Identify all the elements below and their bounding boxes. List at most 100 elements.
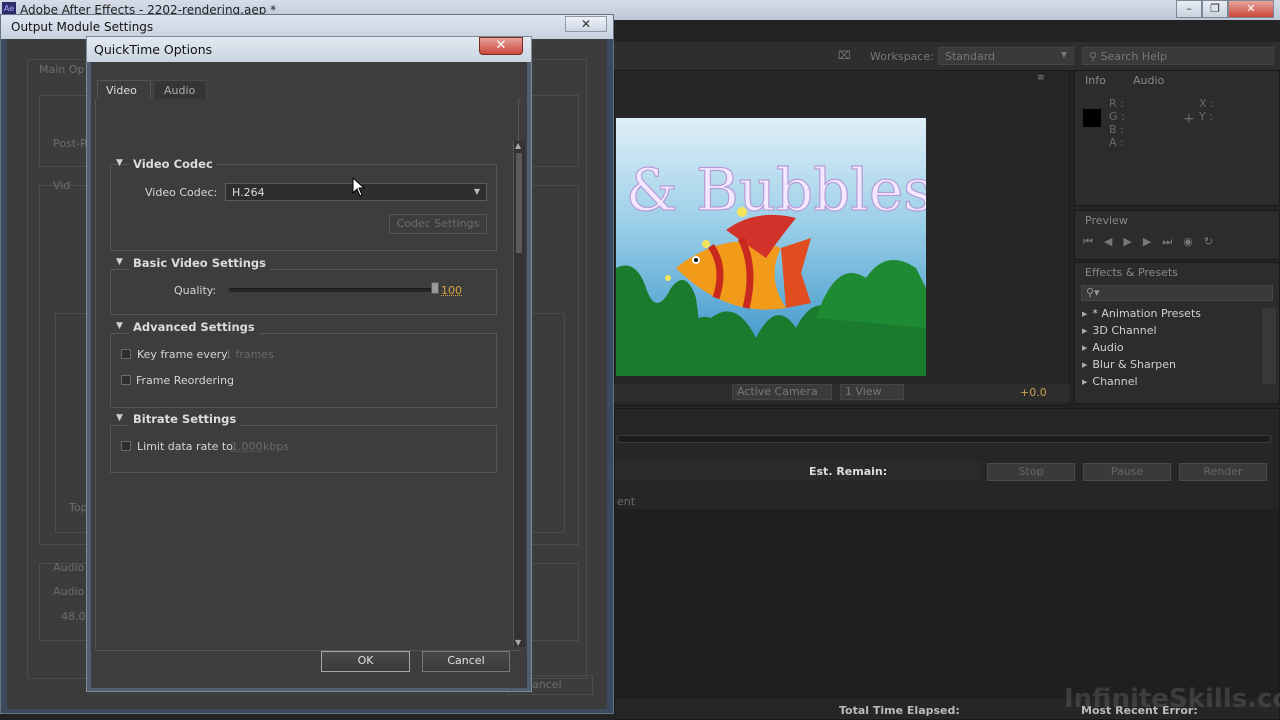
panel-menu-icon[interactable]: ≡: [1037, 73, 1045, 83]
quality-value[interactable]: 100: [441, 284, 462, 297]
video-codec-value: H.264: [232, 186, 265, 199]
workspace-icon[interactable]: ⌧: [838, 49, 851, 62]
tab-info[interactable]: Info: [1085, 74, 1106, 87]
audio-setting-label: Audio: [53, 585, 85, 598]
exposure-value[interactable]: +0.0: [1020, 386, 1047, 399]
tab-audio-label: Audio: [164, 84, 196, 97]
comp-title-text: & Bubbles: [626, 156, 926, 224]
tab-video-label: Video: [106, 84, 137, 97]
keyframe-label: Key frame every: [137, 348, 228, 361]
audio-icon[interactable]: ◉: [1183, 235, 1204, 248]
search-help-input[interactable]: ⚲ Search Help: [1082, 47, 1274, 65]
collapse-triangle-icon[interactable]: ▼: [116, 257, 123, 267]
info-y: Y :: [1199, 110, 1213, 123]
vertical-scrollbar[interactable]: ▲ ▼: [513, 141, 525, 647]
limit-data-rate-value[interactable]: 1,000: [231, 440, 263, 453]
maximize-button[interactable]: ❐: [1202, 0, 1228, 18]
tab-effects-presets[interactable]: Effects & Presets: [1085, 266, 1178, 279]
tab-main-options[interactable]: Main Op: [39, 63, 84, 76]
quality-slider[interactable]: [229, 288, 435, 292]
output-module-title: Output Module Settings: [11, 20, 154, 34]
info-r: R :: [1109, 97, 1124, 110]
info-a: A :: [1109, 136, 1124, 149]
limit-data-rate-checkbox[interactable]: [121, 441, 131, 451]
collapse-triangle-icon[interactable]: ▼: [116, 158, 123, 168]
info-panel: Info Audio R : G : B : A : X : Y : +: [1074, 70, 1280, 206]
effects-scrollbar[interactable]: [1262, 308, 1276, 384]
effects-item[interactable]: Channel: [1082, 375, 1137, 388]
info-g: G :: [1109, 110, 1125, 123]
quality-label: Quality:: [174, 284, 217, 297]
sample-rate-value: 48.0: [61, 610, 86, 623]
stop-button[interactable]: Stop: [987, 463, 1075, 481]
scroll-up-icon[interactable]: ▲: [515, 141, 521, 150]
loop-icon[interactable]: ↻: [1204, 235, 1224, 248]
effects-item[interactable]: Audio: [1082, 341, 1123, 354]
crop-top-label: Top: [69, 501, 88, 514]
pause-button[interactable]: Pause: [1083, 463, 1171, 481]
info-b: B :: [1109, 123, 1124, 136]
tab-audio[interactable]: Audio: [153, 80, 207, 99]
video-codec-section: [110, 164, 497, 251]
composition-viewer[interactable]: & Bubbles: [616, 118, 926, 376]
advanced-section: [110, 333, 497, 408]
effects-search-input[interactable]: ⚲▾: [1081, 285, 1273, 301]
ok-button[interactable]: OK: [321, 651, 410, 672]
search-icon: ⚲▾: [1086, 286, 1100, 299]
video-codec-label: Video Codec:: [145, 186, 218, 199]
codec-settings-button[interactable]: Codec Settings: [389, 214, 487, 234]
quicktime-body: Video Audio ▼ Video Codec Video Codec: H…: [91, 62, 527, 688]
bitrate-section-title: Bitrate Settings: [129, 412, 241, 426]
play-icon[interactable]: ▶: [1123, 235, 1142, 248]
effects-item[interactable]: 3D Channel: [1082, 324, 1156, 337]
tab-video[interactable]: Video: [97, 80, 151, 100]
effects-item[interactable]: * Animation Presets: [1082, 307, 1201, 320]
views-select[interactable]: 1 View: [840, 384, 904, 400]
scroll-thumb[interactable]: [516, 153, 522, 253]
tab-audio[interactable]: Audio: [1133, 74, 1164, 87]
watermark-text: InfiniteSkills.com: [1064, 684, 1280, 714]
collapse-triangle-icon[interactable]: ▼: [116, 321, 123, 331]
workspace-label: Workspace:: [870, 50, 934, 63]
chevron-down-icon: ▼: [1060, 50, 1067, 59]
frame-reordering-label: Frame Reordering: [136, 374, 235, 387]
total-time-elapsed: Total Time Elapsed:: [839, 704, 960, 717]
limit-data-rate-unit: kbps: [263, 440, 290, 453]
cancel-button[interactable]: Cancel: [422, 651, 510, 672]
est-remain-label: Est. Remain:: [809, 465, 888, 478]
close-button[interactable]: ✕: [479, 37, 523, 55]
render-queue-panel: Est. Remain: Stop Pause Render ent Total…: [614, 408, 1280, 720]
advanced-section-title: Advanced Settings: [129, 320, 259, 334]
prev-frame-icon[interactable]: ◀: [1104, 235, 1123, 248]
effects-item[interactable]: Blur & Sharpen: [1082, 358, 1176, 371]
next-frame-icon[interactable]: ▶: [1143, 235, 1162, 248]
scroll-down-icon[interactable]: ▼: [515, 638, 521, 647]
render-button[interactable]: Render: [1179, 463, 1267, 481]
close-button[interactable]: ✕: [1228, 0, 1274, 18]
basic-video-section-title: Basic Video Settings: [129, 256, 270, 270]
viewer-toolbar: Active Camera 1 View +0.0: [614, 384, 1070, 402]
preview-panel: Preview ⏮◀▶▶⏭◉↻: [1074, 210, 1280, 260]
camera-select[interactable]: Active Camera: [732, 384, 832, 400]
keyframe-checkbox[interactable]: [121, 349, 131, 359]
collapse-triangle-icon[interactable]: ▼: [116, 413, 123, 423]
cancel-label-behind: ancel: [532, 678, 562, 691]
views-value: 1 View: [845, 385, 882, 398]
quality-slider-handle[interactable]: [431, 282, 439, 294]
tab-preview[interactable]: Preview: [1085, 214, 1128, 227]
quicktime-title: QuickTime Options: [94, 42, 213, 57]
workspace-select[interactable]: Standard ▼: [938, 47, 1074, 65]
keyframe-value[interactable]: 1 frames: [225, 348, 274, 361]
first-frame-icon[interactable]: ⏮: [1083, 235, 1104, 248]
ae-toolbar: ⌧ Workspace: Standard ▼ ⚲ Search Help: [614, 42, 1280, 70]
close-button[interactable]: ✕: [565, 16, 607, 32]
last-frame-icon[interactable]: ⏭: [1162, 235, 1183, 248]
info-x: X :: [1199, 97, 1214, 110]
crosshair-icon: +: [1183, 111, 1195, 127]
render-status-row: Est. Remain:: [615, 461, 981, 481]
frame-reordering-checkbox[interactable]: [121, 375, 131, 385]
quicktime-titlebar: QuickTime Options ✕: [87, 37, 531, 62]
render-column-header: ent: [617, 495, 636, 508]
minimize-button[interactable]: –: [1176, 0, 1202, 18]
fish-shape: [676, 214, 811, 310]
